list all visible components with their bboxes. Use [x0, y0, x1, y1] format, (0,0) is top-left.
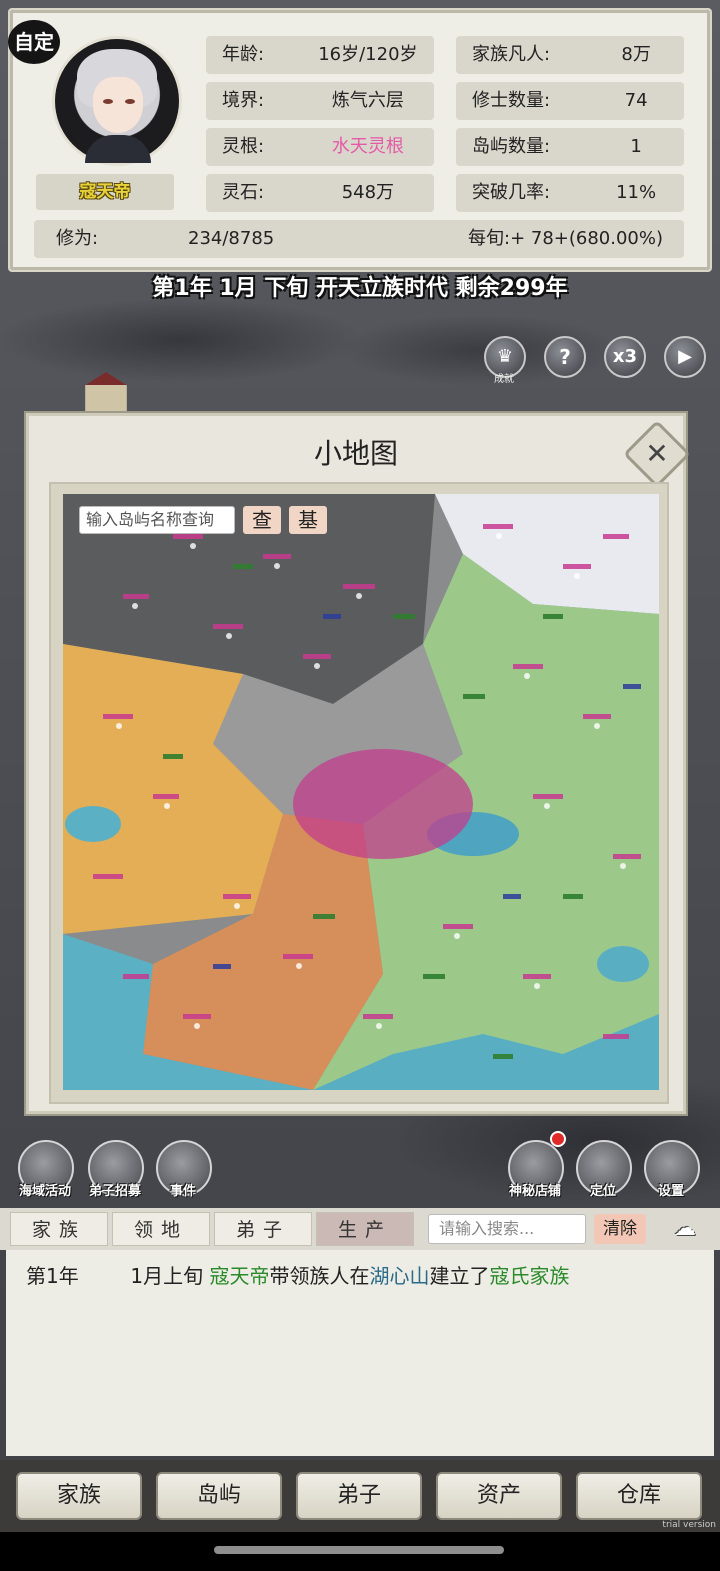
base-button[interactable]: 基 — [289, 506, 327, 534]
help-button[interactable]: ? — [544, 336, 586, 378]
cultivation-value: 234/8785 — [188, 228, 275, 249]
map-regions — [63, 494, 659, 1090]
log-text: 建立了 — [429, 1264, 490, 1288]
stat-spirit-root: 灵根: 水天灵根 — [206, 128, 434, 166]
stat-label: 岛屿数量: — [472, 136, 551, 157]
settings-label: 设置 — [657, 1184, 684, 1199]
stat-value: 74 — [624, 90, 648, 111]
nav-family[interactable]: 家族 — [16, 1472, 142, 1520]
clear-button[interactable]: 清除 — [594, 1214, 646, 1244]
stat-label: 修士数量: — [472, 90, 551, 111]
log-tab-bar: 家族 领地 弟子 生产 请输入搜索... 清除 ☁︎ — [0, 1208, 720, 1250]
stat-realm: 境界: 炼气六层 — [206, 82, 434, 120]
play-button[interactable]: ▶ — [664, 336, 706, 378]
nav-disciples[interactable]: 弟子 — [296, 1472, 422, 1520]
avatar-eye — [103, 99, 113, 104]
cloud-icon[interactable]: ☁︎ — [660, 1216, 710, 1242]
tab-production[interactable]: 生产 — [316, 1212, 414, 1246]
stat-label: 家族凡人: — [472, 44, 551, 65]
tab-territory[interactable]: 领地 — [112, 1212, 210, 1246]
events-label: 事件 — [169, 1184, 196, 1199]
stat-breakthrough: 突破几率: 11% — [456, 174, 684, 212]
game-date: 第1年 1月 下旬 开天立族时代 剩余299年 — [152, 276, 568, 301]
log-entry: 第1年 1月上旬 寇天帝带领族人在湖心山建立了寇氏家族 — [26, 1260, 569, 1289]
log-actor: 寇天帝 — [209, 1264, 270, 1288]
nav-islands[interactable]: 岛屿 — [156, 1472, 282, 1520]
close-button[interactable]: ✕ — [623, 420, 691, 488]
world-map[interactable]: 输入岛屿名称查询 查 基 — [63, 494, 659, 1090]
character-name: 寇天帝 — [36, 174, 174, 210]
stat-cultivators: 修士数量: 74 — [456, 82, 684, 120]
notification-dot — [550, 1131, 566, 1147]
log-place: 湖心山 — [369, 1264, 430, 1288]
log-time: 1月上旬 — [130, 1264, 204, 1288]
tab-disciples[interactable]: 弟子 — [214, 1212, 312, 1246]
stat-label: 突破几率: — [472, 182, 551, 203]
stat-value: 1 — [630, 136, 642, 157]
trophy-icon: ♛ — [496, 346, 514, 367]
stat-value: 548万 — [341, 182, 395, 203]
bottom-navigation: 家族 岛屿 弟子 资产 仓库 — [0, 1460, 720, 1532]
stat-spirit-stones: 灵石: 548万 — [206, 174, 434, 212]
stat-age: 年龄: 16岁/120岁 — [206, 36, 434, 74]
stat-value: 炼气六层 — [331, 90, 404, 111]
stat-value: 水天灵根 — [331, 136, 404, 157]
speed-button[interactable]: x3 — [604, 336, 646, 378]
custom-badge[interactable]: 自定 — [8, 20, 60, 64]
tab-family[interactable]: 家族 — [10, 1212, 108, 1246]
nav-warehouse[interactable]: 仓库 — [576, 1472, 702, 1520]
trial-watermark: trial version — [662, 1520, 716, 1530]
stat-islands: 岛屿数量: 1 — [456, 128, 684, 166]
cultivation-bar: 修为: 234/8785 每旬:+ 78+(680.00%) — [34, 220, 684, 258]
stat-label: 境界: — [222, 90, 265, 111]
stat-value: 11% — [616, 182, 657, 203]
home-indicator[interactable] — [214, 1546, 504, 1554]
event-log: 第1年 1月上旬 寇天帝带领族人在湖心山建立了寇氏家族 — [6, 1250, 714, 1456]
avatar-eye — [125, 99, 135, 104]
log-search-input[interactable]: 请输入搜索... — [428, 1214, 586, 1244]
achievement-label: 成就 — [494, 374, 514, 385]
stat-label: 灵石: — [222, 182, 265, 203]
character-avatar[interactable] — [52, 36, 182, 166]
stat-value: 16岁/120岁 — [318, 44, 418, 65]
minimap-dialog: 小地图 ✕ 输入岛屿名称查询 查 基 — [26, 413, 691, 1114]
stat-mortals: 家族凡人: 8万 — [456, 36, 684, 74]
log-text: 带领族人在 — [269, 1264, 370, 1288]
stat-value: 8万 — [621, 44, 651, 65]
minimap-title: 小地图 — [313, 437, 398, 470]
close-icon: ✕ — [645, 437, 669, 470]
stat-label: 年龄: — [222, 44, 265, 65]
stat-label: 灵根: — [222, 136, 265, 157]
cultivation-rate: 每旬:+ 78+(680.00%) — [468, 228, 663, 249]
log-year: 第1年 — [26, 1264, 79, 1288]
cultivation-label: 修为: — [56, 228, 99, 249]
island-search-input[interactable]: 输入岛屿名称查询 — [79, 506, 235, 534]
avatar-robe — [85, 135, 151, 163]
log-clan: 寇氏家族 — [489, 1264, 570, 1288]
query-button[interactable]: 查 — [243, 506, 281, 534]
minimap-frame: 输入岛屿名称查询 查 基 — [49, 482, 669, 1104]
nav-assets[interactable]: 资产 — [436, 1472, 562, 1520]
avatar-face — [93, 77, 143, 133]
